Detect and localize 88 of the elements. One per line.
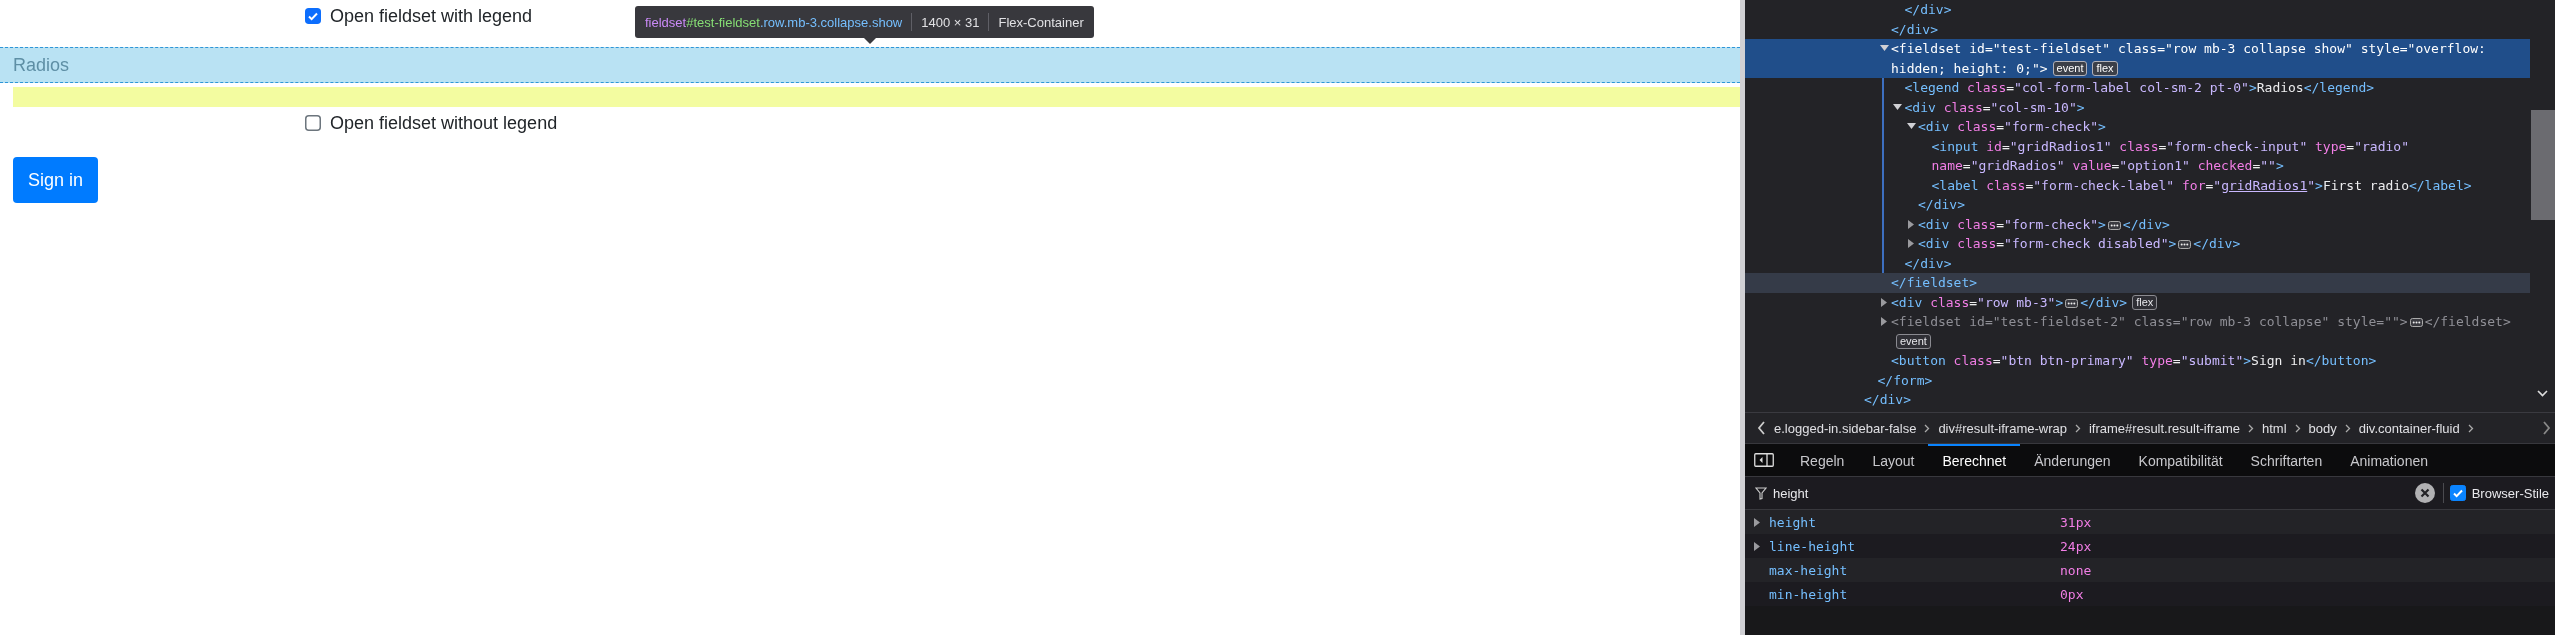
chevron-right-icon [1924, 423, 1931, 433]
panel-tab[interactable]: Kompatibilität [2124, 444, 2237, 476]
code-text: </div> [2122, 216, 2170, 232]
collapsed-triangle-icon[interactable] [1880, 317, 1888, 327]
clear-icon[interactable] [2414, 483, 2435, 503]
code-text: </div> [2080, 294, 2128, 310]
property-value: none [2060, 562, 2092, 578]
property-value: 24px [2060, 538, 2092, 554]
size-text: 1400 × 31 [921, 14, 980, 30]
breadcrumb-item[interactable]: e.logged-in.sidebar-false [1774, 420, 1917, 436]
code-text: <div class="row mb-3"> [1891, 294, 2064, 310]
sidebar-toggle-icon[interactable] [1754, 453, 1774, 467]
selected-node-row[interactable]: <fieldset id="test-fieldset" class="row mb-3 collapse show" style="overflow: hidden; height: 0;"> event flex [1745, 39, 2530, 78]
code-text: </div> [1918, 197, 1965, 212]
collapsed-triangle-icon[interactable] [1907, 239, 1915, 249]
panel-tab[interactable]: Animationen [2336, 444, 2442, 476]
expand-triangle-icon[interactable] [1754, 541, 1760, 551]
scroll-down-icon[interactable] [2537, 390, 2548, 397]
code-text: <div class="form-check"> [1918, 216, 2106, 232]
code-text: <div class="form-check"> [1918, 119, 2106, 134]
code-text: <div class="col-sm-10"> [1904, 99, 2085, 115]
closing-tag-row[interactable]: </fieldset> [1745, 273, 2530, 293]
scroll-left-icon[interactable] [1757, 421, 1766, 435]
chevron-right-icon [2467, 423, 2474, 433]
code-text: <fieldset id="test-fieldset" class="row mb-3 collapse show" style="overflow: [1891, 41, 2487, 56]
node-badge[interactable]: flex [2132, 294, 2158, 310]
filter-field[interactable]: height [1773, 485, 2415, 501]
ellipsis-icon[interactable] [2065, 298, 2079, 308]
code-text: <label class="form-check-label" for="gridRadios1">First radio</label> [1931, 177, 2472, 193]
breadcrumb-item[interactable]: div.container-fluid [2358, 420, 2460, 436]
checkbox[interactable] [2449, 485, 2466, 501]
property-name: line-height [1769, 538, 1857, 554]
collapsed-triangle-icon[interactable] [1907, 219, 1915, 229]
chevron-right-icon [2247, 423, 2254, 433]
checkbox-label: Open fieldset without legend [330, 112, 558, 134]
code-text: <button class="btn btn-primary" type="submit">Sign in</button> [1891, 353, 2377, 368]
node-badge[interactable]: flex [2092, 60, 2118, 76]
code-text: <input id="gridRadios1" class="form-check-input" type="radio" name="gridRadios" value="option1" checked=""> [1931, 138, 2410, 173]
scrollbar-thumb[interactable] [2531, 110, 2555, 220]
breadcrumb-item[interactable]: div#result-iframe-wrap [1938, 420, 2067, 436]
code-text: </div> [1904, 2, 1952, 17]
code-text: <legend class="col-form-label col-sm-2 pt-0">Radios</legend> [1904, 80, 2375, 95]
chevron-right-icon [2344, 423, 2351, 433]
code-text: <div class="form-check disabled"> [1918, 236, 2177, 251]
expand-triangle-icon[interactable] [1754, 517, 1760, 527]
breadcrumb-item[interactable]: html [2261, 420, 2287, 436]
code-text: hidden; height: 0;"> [1891, 60, 2048, 76]
link[interactable]: gridRadios1 [2221, 177, 2308, 193]
property-name: min-height [1769, 586, 1849, 602]
code-text: </div> [1904, 255, 1952, 271]
node-badge[interactable]: event [1896, 333, 1931, 349]
expanded-triangle-icon[interactable] [1906, 123, 1916, 131]
layout-type-text: Flex-Container [998, 14, 1084, 30]
checkbox[interactable] [305, 115, 321, 131]
checkbox[interactable] [305, 8, 321, 24]
panel-tab[interactable]: Änderungen [2020, 444, 2125, 476]
property-name: max-height [1769, 562, 1849, 578]
property-value: 0px [2060, 586, 2084, 602]
code-text: </div> [2193, 236, 2241, 251]
checkbox-label: Browser-Stile [2471, 485, 2549, 501]
code-text: </fieldset> [1891, 275, 1978, 290]
panel-tab[interactable]: Schriftarten [2236, 444, 2337, 476]
ellipsis-icon[interactable] [2409, 318, 2423, 327]
panel-tab[interactable]: Regeln [1786, 444, 1859, 476]
code-text: </form> [1877, 372, 1933, 388]
ellipsis-icon[interactable] [2178, 240, 2192, 249]
code-text: </fieldset> [2424, 314, 2511, 329]
chevron-right-icon [2074, 423, 2081, 433]
sign-in-button[interactable]: Sign in [13, 157, 99, 203]
collapsed-triangle-icon[interactable] [1880, 297, 1888, 307]
legend-text: Radios [13, 54, 70, 76]
scroll-right-icon[interactable] [2542, 421, 2551, 435]
checkbox-label: Open fieldset with legend [330, 5, 533, 27]
code-text: </div> [1864, 392, 1911, 407]
chevron-right-icon [2294, 423, 2301, 433]
property-name: height [1769, 514, 1817, 530]
expanded-triangle-icon[interactable] [1879, 45, 1889, 53]
code-text: <fieldset id="test-fieldset-2" class="row mb-3 collapse" style=""> [1891, 314, 2408, 329]
breadcrumb-item[interactable]: iframe#result.result-iframe [2088, 420, 2240, 436]
breadcrumb-item[interactable]: body [2308, 420, 2337, 436]
panel-tab[interactable]: Layout [1858, 444, 1929, 476]
filter-icon [1755, 486, 1767, 500]
ellipsis-icon[interactable] [2107, 220, 2121, 230]
expanded-triangle-icon[interactable] [1893, 103, 1902, 111]
selector-text: fieldset#test-fieldset.row.mb-3.collapse.show [645, 14, 903, 30]
code-text: </div> [1891, 21, 1938, 37]
node-badge[interactable]: event [2052, 60, 2088, 76]
property-value: 31px [2060, 514, 2092, 530]
